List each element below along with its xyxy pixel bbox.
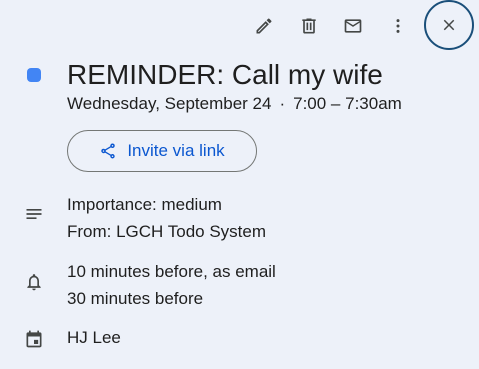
delete-button[interactable] [291, 8, 327, 44]
invite-via-link-button[interactable]: Invite via link [67, 130, 257, 172]
calendar-owner: HJ Lee [67, 328, 121, 347]
trash-icon [302, 18, 316, 34]
more-options-button[interactable] [380, 8, 416, 44]
share-icon [101, 143, 116, 159]
edit-button[interactable] [246, 8, 282, 44]
mail-icon [344, 19, 362, 33]
pencil-icon [256, 18, 272, 34]
event-time: 7:00 – 7:30am [293, 94, 402, 113]
bell-icon [24, 272, 44, 292]
event-date: Wednesday, September 24 [67, 94, 272, 113]
more-vert-icon [396, 19, 400, 33]
event-color-swatch [27, 68, 41, 82]
calendar-icon [24, 329, 44, 349]
notification-line: 10 minutes before, as email [67, 262, 276, 281]
invite-label: Invite via link [127, 141, 225, 160]
close-button[interactable] [424, 0, 474, 50]
notifications-text: 10 minutes before, as email 30 minutes b… [67, 258, 276, 312]
description-line: From: LGCH Todo System [67, 222, 267, 241]
datetime-separator: · [279, 94, 286, 113]
event-datetime: Wednesday, September 24 · 7:00 – 7:30am [67, 93, 402, 115]
notification-line: 30 minutes before [67, 289, 204, 308]
notes-icon [24, 204, 44, 224]
description-line: Importance: medium [67, 195, 222, 214]
close-icon [443, 19, 455, 31]
event-toolbar [0, 0, 479, 52]
event-title: REMINDER: Call my wife [67, 59, 383, 90]
email-guests-button[interactable] [335, 8, 371, 44]
description-text: Importance: medium From: LGCH Todo Syste… [67, 191, 266, 245]
